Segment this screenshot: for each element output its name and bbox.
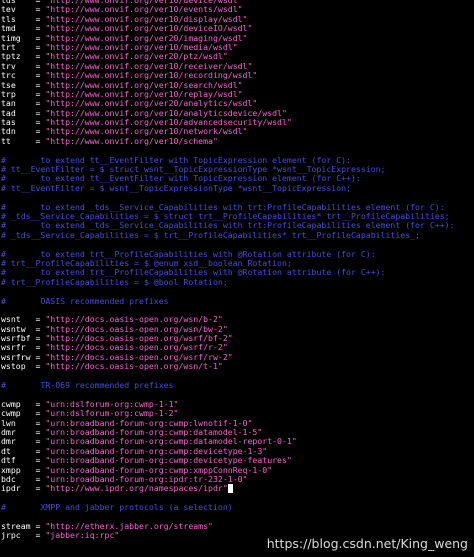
comment-line: # trt__ProfileCapabilities = $ @bool Rot…	[1, 276, 228, 287]
namespace-prefix: jrpc	[1, 530, 21, 541]
comment-line: # _tds__Service_Capabilities = $ trt__Pr…	[1, 229, 420, 240]
namespace-uri: "http://www.onvif.org/ver10/schema"	[45, 135, 218, 146]
comment-line: # OASIS recommended prefixes	[1, 295, 169, 306]
separator: =	[20, 483, 46, 494]
separator: =	[20, 530, 46, 541]
namespace-prefix: wstop	[1, 361, 26, 372]
namespace-line: wstop = "http://docs.oasis-open.org/wsn/…	[1, 362, 455, 371]
typemap-file-content: tds = "http://www.onvif.org/ver10/device…	[1, 0, 455, 541]
separator: =	[10, 135, 46, 146]
namespace-uri: "jabber:iq:rpc"	[45, 530, 120, 541]
comment-line: # XMPP and jabber protocols (a selection…	[1, 502, 233, 513]
comment-line: # TR-069 recommended prefixes	[1, 380, 174, 391]
text-cursor	[227, 484, 233, 494]
namespace-uri: "http://www.ipdr.org/namespaces/ipdr"	[45, 483, 228, 494]
comment-line: # tt__EventFilter = $ wsnt__TopicExpress…	[1, 182, 351, 193]
terminal-window[interactable]: tds = "http://www.onvif.org/ver10/device…	[0, 0, 474, 557]
namespace-prefix: ipdr	[1, 483, 21, 494]
namespace-line: tt = "http://www.onvif.org/ver10/schema"	[1, 135, 455, 146]
separator: =	[25, 361, 46, 372]
watermark-text: https://blog.csdn.net/King_weng	[266, 536, 468, 551]
namespace-line: ipdr = "http://www.ipdr.org/namespaces/i…	[1, 483, 455, 494]
namespace-uri: "http://docs.oasis-open.org/wsn/t-1"	[45, 361, 223, 372]
